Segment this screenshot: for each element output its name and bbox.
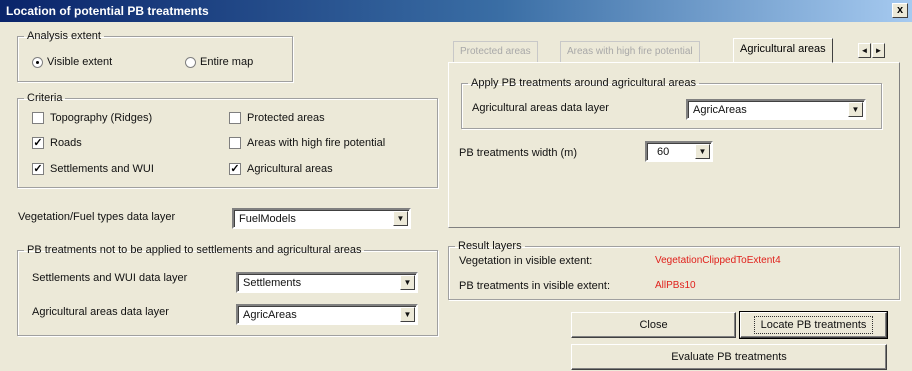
- agri-layer-value: AgricAreas: [243, 309, 297, 321]
- checkbox-topography[interactable]: Topography (Ridges): [32, 112, 153, 125]
- pb-width-select[interactable]: 60 ▼: [645, 141, 713, 162]
- analysis-extent-legend: Analysis extent: [27, 30, 101, 42]
- apply-around-agri-legend: Apply PB treatments around agricultural …: [471, 77, 697, 89]
- dropdown-arrow-icon[interactable]: ▼: [695, 144, 710, 159]
- checkbox-label: Areas with high fire potential: [247, 137, 386, 149]
- radio-label: Entire map: [200, 56, 254, 68]
- check-mark-icon: ✓: [32, 163, 44, 176]
- window-title: Location of potential PB treatments: [6, 4, 209, 18]
- dropdown-arrow-icon[interactable]: ▼: [400, 307, 415, 322]
- exclusion-legend: PB treatments not to be applied to settl…: [27, 244, 362, 256]
- vegetation-layer-label: Vegetation/Fuel types data layer: [18, 211, 176, 223]
- locate-pb-treatments-button[interactable]: Locate PB treatments: [739, 311, 888, 339]
- settlements-layer-label: Settlements and WUI data layer: [32, 272, 188, 284]
- pb-result-value: AllPBs10: [655, 280, 696, 291]
- dropdown-arrow-icon[interactable]: ▼: [393, 211, 408, 226]
- dialog-window: Location of potential PB treatments x An…: [0, 0, 912, 371]
- tab-agricultural-areas[interactable]: Agricultural areas: [733, 38, 833, 63]
- settlements-layer-select[interactable]: Settlements ▼: [236, 272, 418, 293]
- tab-scroll-left-icon[interactable]: ◄: [858, 43, 871, 58]
- locate-button-label: Locate PB treatments: [753, 316, 874, 334]
- checkbox-label: Settlements and WUI: [50, 163, 154, 175]
- checkbox-icon: [32, 112, 44, 125]
- settlements-layer-value: Settlements: [243, 277, 302, 289]
- title-bar: Location of potential PB treatments x: [0, 0, 912, 22]
- tab-scroll-right-icon[interactable]: ►: [872, 43, 885, 58]
- checkbox-roads[interactable]: ✓ Roads: [32, 137, 82, 150]
- close-button[interactable]: Close: [571, 312, 736, 338]
- evaluate-button-label: Evaluate PB treatments: [671, 351, 787, 363]
- result-layers-legend: Result layers: [458, 240, 522, 252]
- pb-width-value: 60: [657, 146, 670, 158]
- checkbox-icon: [229, 137, 241, 150]
- close-window-icon[interactable]: x: [892, 3, 908, 18]
- check-mark-icon: ✓: [32, 137, 44, 150]
- radio-entire-map[interactable]: Entire map: [185, 56, 253, 68]
- checkbox-icon: [229, 112, 241, 125]
- checkbox-protected-areas[interactable]: Protected areas: [229, 112, 325, 125]
- close-button-label: Close: [639, 319, 668, 331]
- radio-label: Visible extent: [47, 56, 113, 68]
- vegetation-result-label: Vegetation in visible extent:: [459, 255, 593, 267]
- agri-tab-layer-value: AgricAreas: [693, 104, 747, 116]
- checkbox-label: Protected areas: [247, 112, 325, 124]
- checkbox-label: Topography (Ridges): [50, 112, 153, 124]
- checkbox-high-fire-potential[interactable]: Areas with high fire potential: [229, 137, 386, 150]
- radio-unselected-icon: [185, 56, 196, 68]
- agri-tab-layer-select[interactable]: AgricAreas ▼: [686, 99, 866, 120]
- agri-tab-layer-label: Agricultural areas data layer: [472, 102, 609, 114]
- dropdown-arrow-icon[interactable]: ▼: [400, 275, 415, 290]
- radio-visible-extent[interactable]: Visible extent: [32, 56, 112, 68]
- checkbox-settlements-wui[interactable]: ✓ Settlements and WUI: [32, 163, 154, 176]
- agri-layer-select[interactable]: AgricAreas ▼: [236, 304, 418, 325]
- pb-result-label: PB treatments in visible extent:: [459, 280, 611, 292]
- vegetation-layer-value: FuelModels: [239, 213, 296, 225]
- dropdown-arrow-icon[interactable]: ▼: [848, 102, 863, 117]
- tab-high-fire-potential[interactable]: Areas with high fire potential: [560, 41, 700, 62]
- agri-layer-label: Agricultural areas data layer: [32, 306, 169, 318]
- checkbox-label: Agricultural areas: [247, 163, 333, 175]
- vegetation-layer-select[interactable]: FuelModels ▼: [232, 208, 411, 229]
- check-mark-icon: ✓: [229, 163, 241, 176]
- criteria-legend: Criteria: [27, 92, 63, 104]
- checkbox-agricultural-areas[interactable]: ✓ Agricultural areas: [229, 163, 333, 176]
- evaluate-pb-treatments-button[interactable]: Evaluate PB treatments: [571, 344, 887, 370]
- radio-selected-icon: [32, 56, 43, 68]
- checkbox-label: Roads: [50, 137, 82, 149]
- tab-protected-areas[interactable]: Protected areas: [453, 41, 538, 62]
- vegetation-result-value: VegetationClippedToExtent4: [655, 255, 781, 266]
- pb-width-label: PB treatments width (m): [459, 147, 577, 159]
